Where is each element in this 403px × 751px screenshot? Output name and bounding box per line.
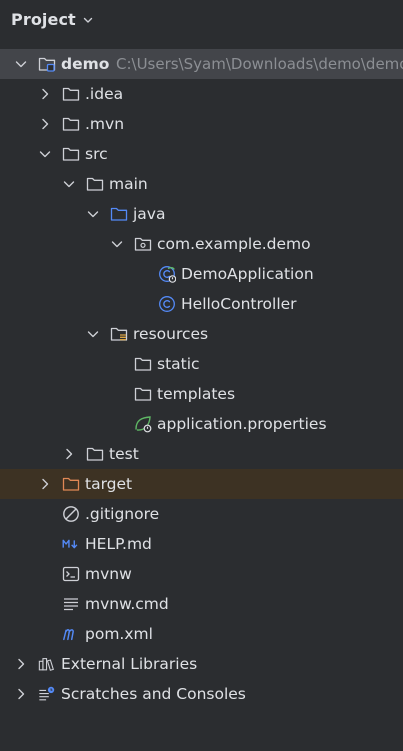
package-icon (134, 235, 152, 253)
chevron-right-icon[interactable] (61, 446, 77, 462)
project-panel-header: Project (0, 0, 403, 38)
folder-icon (62, 85, 80, 103)
tree-node-label: java (133, 205, 166, 223)
tree-node-mvnw[interactable]: mvnw (0, 559, 403, 589)
tree-node-src[interactable]: src (0, 139, 403, 169)
tree-node-label: demo (61, 55, 110, 73)
tree-node-label: mvnw.cmd (85, 595, 169, 613)
tree-node-label: templates (157, 385, 236, 403)
chevron-right-icon[interactable] (37, 86, 53, 102)
chevron-right-icon[interactable] (37, 116, 53, 132)
tree-node-scratches-and-consoles[interactable]: Scratches and Consoles (0, 679, 403, 709)
tree-node-label: DemoApplication (181, 265, 314, 283)
folder-icon (86, 175, 104, 193)
folder-icon (134, 385, 152, 403)
tree-node-label: Scratches and Consoles (61, 685, 246, 703)
tree-node-label: static (157, 355, 200, 373)
tree-node-label: src (85, 145, 108, 163)
folder-icon (134, 355, 152, 373)
spring-class-icon (158, 265, 176, 283)
tree-node-application-properties[interactable]: application.properties (0, 409, 403, 439)
folder-icon (86, 445, 104, 463)
tree-node-test[interactable]: test (0, 439, 403, 469)
tree-node-com-example-demo[interactable]: com.example.demo (0, 229, 403, 259)
resources-folder-icon (110, 325, 128, 343)
chevron-right-icon[interactable] (37, 476, 53, 492)
module-path: C:\Users\Syam\Downloads\demo\demo (116, 55, 403, 73)
chevron-down-icon[interactable] (85, 326, 101, 342)
chevron-down-icon[interactable] (85, 206, 101, 222)
libraries-icon (38, 655, 56, 673)
panel-title[interactable]: Project (11, 10, 76, 29)
tree-node-external-libraries[interactable]: External Libraries (0, 649, 403, 679)
chevron-down-icon[interactable] (37, 146, 53, 162)
tree-node-pom-xml[interactable]: pom.xml (0, 619, 403, 649)
chevron-down-icon[interactable] (61, 176, 77, 192)
tree-node-mvnw-cmd[interactable]: mvnw.cmd (0, 589, 403, 619)
chevron-right-icon[interactable] (13, 656, 29, 672)
chevron-down-icon[interactable] (82, 14, 94, 26)
tree-node-label: com.example.demo (157, 235, 311, 253)
tree-node-resources[interactable]: resources (0, 319, 403, 349)
tree-node-label: target (85, 475, 133, 493)
tree-node-hellocontroller[interactable]: HelloController (0, 289, 403, 319)
tree-node-label: HELP.md (85, 535, 152, 553)
tree-node-label: mvnw (85, 565, 132, 583)
tree-node-main[interactable]: main (0, 169, 403, 199)
tree-node-target[interactable]: target (0, 469, 403, 499)
tree-node-java[interactable]: java (0, 199, 403, 229)
excluded-folder-icon (62, 475, 80, 493)
tree-node-label: .gitignore (85, 505, 160, 523)
maven-icon (62, 625, 80, 643)
tree-node-label: test (109, 445, 139, 463)
source-folder-icon (110, 205, 128, 223)
tree-node-label: .mvn (85, 115, 125, 133)
class-icon (158, 295, 176, 313)
tree-node-label: .idea (85, 85, 124, 103)
tree-node-demoapplication[interactable]: DemoApplication (0, 259, 403, 289)
text-file-icon (62, 595, 80, 613)
scratches-icon (38, 685, 56, 703)
tree-node-help-md[interactable]: HELP.md (0, 529, 403, 559)
shell-script-icon (62, 565, 80, 583)
spring-properties-icon (134, 415, 152, 433)
tree-node-label: application.properties (157, 415, 327, 433)
tree-node-static[interactable]: static (0, 349, 403, 379)
tree-node-label: External Libraries (61, 655, 198, 673)
tree-node-label: resources (133, 325, 209, 343)
tree-node-mvn[interactable]: .mvn (0, 109, 403, 139)
ignore-file-icon (62, 505, 80, 523)
module-folder-icon (38, 55, 56, 73)
chevron-right-icon[interactable] (13, 686, 29, 702)
tree-node-idea[interactable]: .idea (0, 79, 403, 109)
chevron-down-icon[interactable] (13, 56, 29, 72)
tree-node-label: HelloController (181, 295, 297, 313)
tree-node-label: main (109, 175, 148, 193)
tree-node-gitignore[interactable]: .gitignore (0, 499, 403, 529)
tree-node-templates[interactable]: templates (0, 379, 403, 409)
folder-icon (62, 145, 80, 163)
tree-node-label: pom.xml (85, 625, 153, 643)
markdown-icon (62, 535, 80, 553)
chevron-down-icon[interactable] (109, 236, 125, 252)
folder-icon (62, 115, 80, 133)
tree-node-demo[interactable]: demo C:\Users\Syam\Downloads\demo\demo (0, 49, 403, 79)
